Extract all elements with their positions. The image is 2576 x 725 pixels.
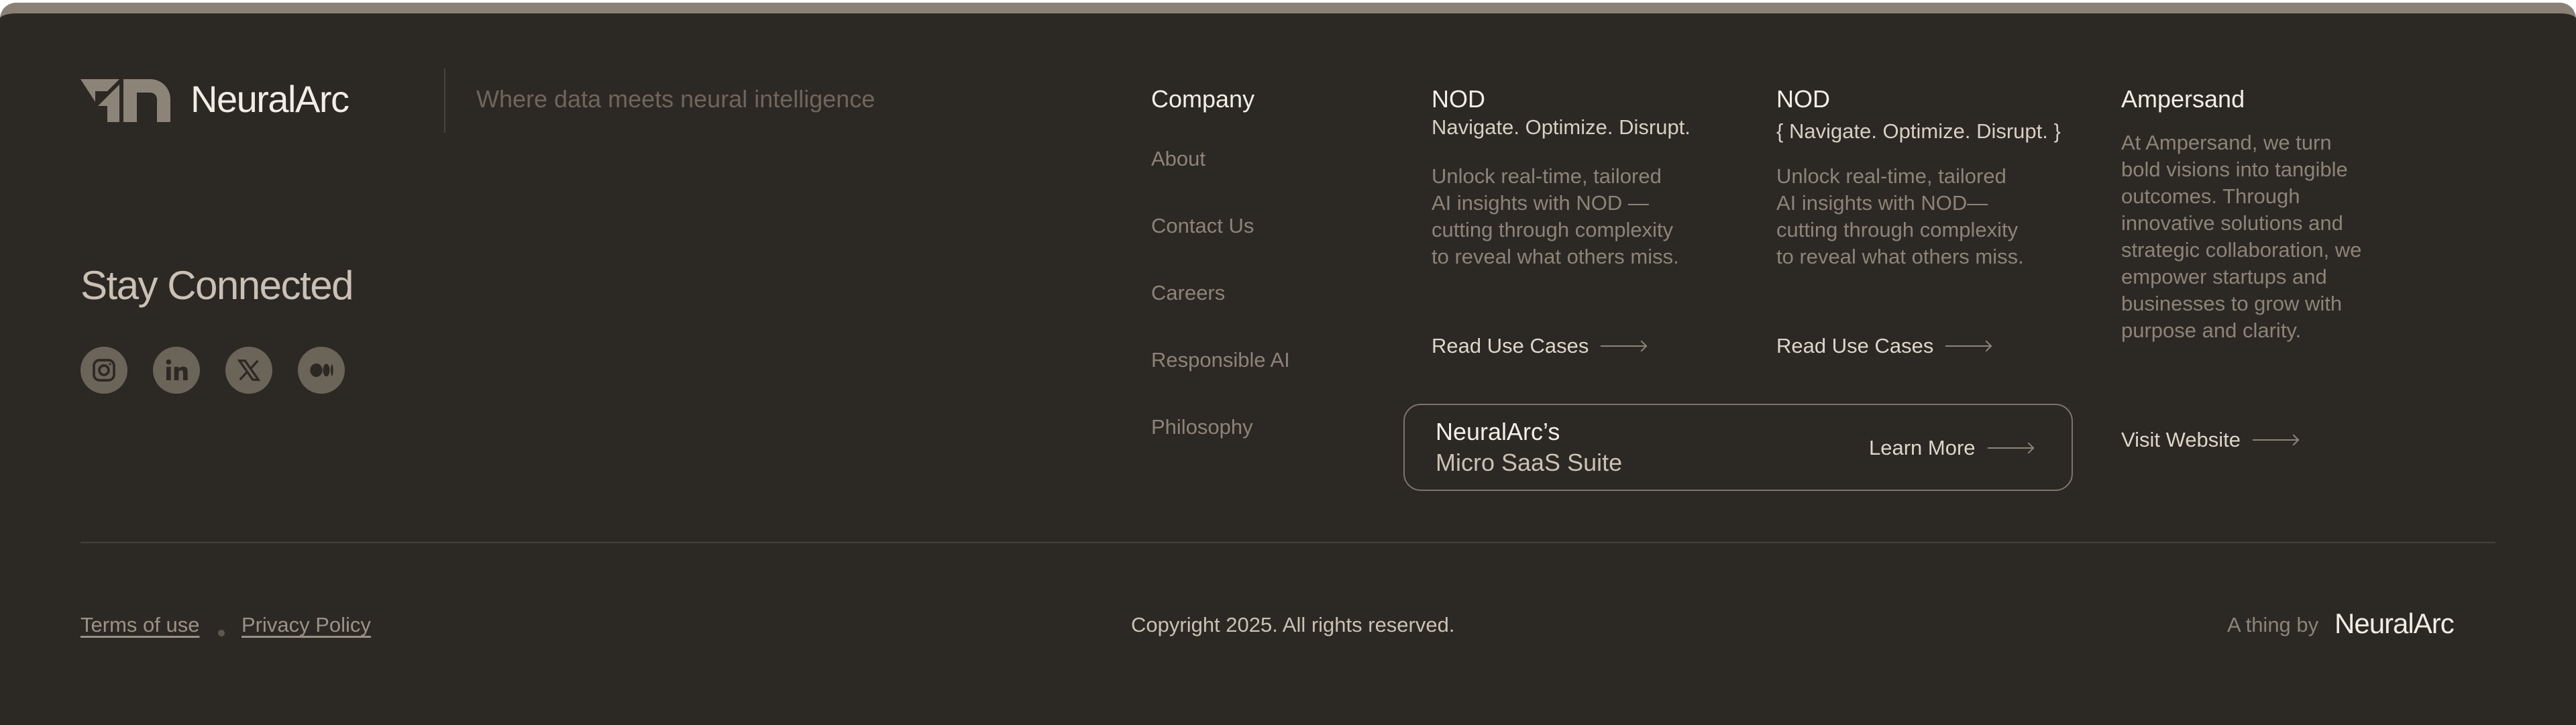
brand-name[interactable]: NeuralArc bbox=[191, 75, 350, 123]
suite-learn-more-label: Learn More bbox=[1869, 436, 1976, 459]
nod-description-line: to reveal what others miss. bbox=[1432, 245, 1679, 268]
nod-subtitle: Navigate. Optimize. Disrupt. bbox=[1432, 115, 1690, 139]
nod-alt-description-line: to reveal what others miss. bbox=[1776, 245, 2024, 268]
ampersand-visit-website-label: Visit Website bbox=[2121, 428, 2241, 451]
site-footer: NeuralArc Where data meets neural intell… bbox=[0, 3, 2576, 725]
neuralarc-logo-icon[interactable] bbox=[80, 79, 170, 122]
vertical-divider bbox=[444, 68, 445, 133]
company-column-title: Company bbox=[1151, 85, 1255, 113]
stay-connected-heading: Stay Connected bbox=[80, 263, 354, 308]
nod-description-line: cutting through complexity bbox=[1432, 218, 1674, 241]
nod-read-use-cases-label: Read Use Cases bbox=[1432, 334, 1589, 357]
ampersand-title: Ampersand bbox=[2121, 85, 2245, 113]
ampersand-description-line: empower startups and bbox=[2121, 265, 2327, 288]
instagram-icon[interactable] bbox=[80, 347, 127, 394]
footer-link-about[interactable]: About bbox=[1151, 146, 1205, 172]
nod-alt-subtitle: { Navigate. Optimize. Disrupt. } bbox=[1776, 119, 2061, 143]
footer-link-philosophy[interactable]: Philosophy bbox=[1151, 414, 1253, 441]
suite-learn-more-link[interactable]: Learn More bbox=[1869, 435, 2033, 461]
ampersand-description-line: businesses to grow with bbox=[2121, 292, 2343, 315]
arrow-right-icon bbox=[2253, 439, 2299, 441]
nod-title: NOD bbox=[1432, 85, 1485, 113]
nod-alt-description-line: AI insights with NOD— bbox=[1776, 191, 1988, 215]
ampersand-description-line: bold visions into tangible bbox=[2121, 158, 2348, 181]
suite-subtitle: Micro SaaS Suite bbox=[1436, 449, 1623, 476]
footer-link-careers[interactable]: Careers bbox=[1151, 280, 1225, 306]
arrow-right-icon bbox=[1987, 447, 2033, 449]
suite-title: NeuralArc’s bbox=[1436, 418, 1560, 445]
separator-dot bbox=[218, 630, 225, 636]
ampersand-description-line: strategic collaboration, we bbox=[2121, 238, 2362, 262]
copyright-text: Copyright 2025. All rights reserved. bbox=[1131, 613, 1455, 636]
terms-of-use-link[interactable]: Terms of use bbox=[80, 612, 199, 638]
footer-link-contact-us[interactable]: Contact Us bbox=[1151, 213, 1254, 239]
a-thing-by-label: A thing by bbox=[2227, 613, 2319, 636]
nod-alt-description-line: Unlock real-time, tailored bbox=[1776, 164, 2006, 188]
arrow-right-icon bbox=[1945, 345, 1992, 347]
nod-alt-read-use-cases-link[interactable]: Read Use Cases bbox=[1776, 333, 1992, 359]
nod-alt-title: NOD bbox=[1776, 85, 1830, 113]
ampersand-description-line: At Ampersand, we turn bbox=[2121, 131, 2332, 154]
x-icon[interactable] bbox=[225, 347, 272, 394]
nod-alt-description-line: cutting through complexity bbox=[1776, 218, 2019, 241]
ampersand-description-line: outcomes. Through bbox=[2121, 184, 2300, 208]
arrow-right-icon bbox=[1601, 345, 1647, 347]
privacy-policy-link[interactable]: Privacy Policy bbox=[241, 612, 371, 638]
linkedin-icon[interactable] bbox=[153, 347, 200, 394]
footer-divider bbox=[80, 542, 2496, 543]
nod-alt-read-use-cases-label: Read Use Cases bbox=[1776, 334, 1934, 357]
brand-tagline: Where data meets neural intelligence bbox=[476, 85, 875, 113]
neuralarc-wordmark-link[interactable]: NeuralArc bbox=[2334, 606, 2455, 641]
ampersand-visit-website-link[interactable]: Visit Website bbox=[2121, 427, 2299, 453]
ampersand-description-line: purpose and clarity. bbox=[2121, 319, 2302, 342]
page: NeuralArc Where data meets neural intell… bbox=[0, 0, 2576, 725]
footer-link-responsible-ai[interactable]: Responsible AI bbox=[1151, 347, 1290, 374]
nod-description-line: Unlock real-time, tailored bbox=[1432, 164, 1662, 188]
medium-icon[interactable] bbox=[298, 347, 345, 394]
nod-read-use-cases-link[interactable]: Read Use Cases bbox=[1432, 333, 1647, 359]
ampersand-description-line: innovative solutions and bbox=[2121, 211, 2343, 235]
nod-description-line: AI insights with NOD — bbox=[1432, 191, 1649, 215]
